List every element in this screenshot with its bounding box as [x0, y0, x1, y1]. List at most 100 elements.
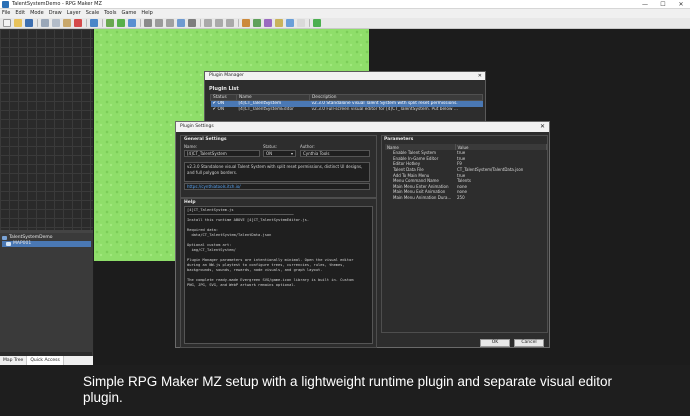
- toolbar-separator: [102, 19, 103, 27]
- ellipse-icon[interactable]: [166, 19, 174, 27]
- zoom-in-icon[interactable]: [204, 19, 212, 27]
- checkmark-icon: ✔: [212, 107, 217, 112]
- minimize-button[interactable]: —: [636, 0, 654, 9]
- menu-file[interactable]: File: [2, 9, 10, 18]
- tileset-palette[interactable]: [0, 29, 93, 230]
- menu-bar: File Edit Mode Draw Layer Scale Tools Ga…: [0, 9, 690, 18]
- close-window-button[interactable]: ✕: [672, 0, 690, 9]
- playtest-icon[interactable]: [313, 19, 321, 27]
- map-mode-icon[interactable]: [106, 19, 114, 27]
- tab-map-tree[interactable]: Map Tree: [0, 356, 28, 365]
- general-settings-heading: General Settings: [184, 137, 227, 142]
- plugin-description: v2.3.0 Standalone visual Talent System w…: [309, 100, 483, 107]
- plugin-status: ON: [217, 101, 225, 107]
- parameter-name: Main Menu Exit Animation: [393, 189, 446, 195]
- caption-text: Simple RPG Maker MZ setup with a lightwe…: [83, 374, 612, 405]
- toolbar: [0, 18, 690, 29]
- open-project-icon[interactable]: [14, 19, 22, 27]
- checkmark-icon: ✔: [212, 101, 217, 107]
- menu-scale[interactable]: Scale: [86, 9, 99, 18]
- plugin-status: ON: [217, 107, 225, 112]
- copy-icon[interactable]: [52, 19, 60, 27]
- help-text[interactable]: [4]CT_TalentSystem.js ──────────────────…: [184, 206, 373, 344]
- map-tree: TalentSystemDemo MAP001: [0, 233, 93, 352]
- plugin-settings-titlebar: Plugin Settings ✕: [176, 122, 549, 132]
- rpgmaker-app-icon: [2, 1, 9, 8]
- menu-tools[interactable]: Tools: [104, 9, 116, 18]
- actual-size-icon[interactable]: [226, 19, 234, 27]
- menu-mode[interactable]: Mode: [30, 9, 44, 18]
- cancel-button[interactable]: Cancel: [514, 339, 544, 347]
- tree-item-map001[interactable]: MAP001: [2, 241, 91, 247]
- resource-manager-icon[interactable]: [297, 19, 305, 27]
- toolbar-separator: [86, 19, 87, 27]
- menu-game[interactable]: Game: [121, 9, 136, 18]
- help-line: PNG, JPG, SVG, and WebP artwork remains …: [187, 283, 296, 287]
- undo-icon[interactable]: [90, 19, 98, 27]
- help-heading: Help: [184, 200, 196, 205]
- map-icon: [6, 242, 11, 246]
- paste-icon[interactable]: [63, 19, 71, 27]
- author-field[interactable]: Cynthia Tools: [300, 150, 370, 157]
- menu-layer[interactable]: Layer: [67, 9, 81, 18]
- menu-edit[interactable]: Edit: [15, 9, 25, 18]
- parameter-row[interactable]: Talent Data File CT_TalentSystem/TalentDa…: [385, 167, 547, 173]
- delete-icon[interactable]: [74, 19, 82, 27]
- cut-icon[interactable]: [41, 19, 49, 27]
- name-label: Name:: [184, 144, 198, 149]
- screenshot: TalentSystemDemo - RPG Maker MZ — ☐ ✕ Fi…: [0, 0, 690, 416]
- region-mode-icon[interactable]: [128, 19, 136, 27]
- plugin-description: v2.3.0 Full-screen visual editor for [4]…: [311, 107, 458, 112]
- tileset-grid: [0, 29, 93, 230]
- rectangle-icon[interactable]: [155, 19, 163, 27]
- plugin-list-heading: Plugin List: [209, 86, 239, 92]
- ok-button[interactable]: OK: [480, 339, 510, 347]
- parameters-heading: Parameters: [384, 137, 414, 142]
- save-project-icon[interactable]: [25, 19, 33, 27]
- parameter-row[interactable]: Main Menu Animation Dura... 250: [385, 195, 547, 201]
- fill-icon[interactable]: [177, 19, 185, 27]
- plugin-settings-title: Plugin Settings: [180, 124, 214, 129]
- parameter-value: 250: [457, 195, 465, 201]
- menu-help[interactable]: Help: [141, 9, 152, 18]
- plugin-row[interactable]: ✔ ON [4]CT_TalentSystem v2.3.0 Standalon…: [210, 100, 483, 107]
- tab-quick-access[interactable]: Quick Access: [27, 356, 64, 365]
- plugin-manager-titlebar: Plugin Manager ✕: [205, 72, 485, 80]
- window-title: TalentSystemDemo - RPG Maker MZ: [12, 1, 102, 7]
- left-panel: TalentSystemDemo MAP001: [0, 29, 93, 356]
- sound-test-icon[interactable]: [264, 19, 272, 27]
- toolbar-separator: [238, 19, 239, 27]
- plugin-url-link[interactable]: https://cynthiatools.itch.io/: [184, 183, 370, 190]
- toolbar-separator: [309, 19, 310, 27]
- pencil-icon[interactable]: [144, 19, 152, 27]
- shadow-pen-icon[interactable]: [188, 19, 196, 27]
- event-mode-icon[interactable]: [117, 19, 125, 27]
- plugin-manager-icon[interactable]: [253, 19, 261, 27]
- plugin-status-cell[interactable]: ✔ ON: [211, 107, 237, 113]
- status-select[interactable]: ON ▾: [263, 150, 296, 157]
- zoom-out-icon[interactable]: [215, 19, 223, 27]
- event-searcher-icon[interactable]: [275, 19, 283, 27]
- title-bar: TalentSystemDemo - RPG Maker MZ — ☐ ✕: [0, 0, 690, 9]
- plugin-name: [4]CT_TalentSystemEditor: [238, 107, 294, 112]
- description-field[interactable]: v2.3.0 Standalone visual Talent System w…: [184, 162, 370, 182]
- plugin-name-field[interactable]: [4]CT_TalentSystem: [184, 150, 260, 157]
- project-folder-icon: [2, 236, 7, 240]
- new-project-icon[interactable]: [3, 19, 11, 27]
- maximize-button[interactable]: ☐: [654, 0, 672, 9]
- character-generator-icon[interactable]: [286, 19, 294, 27]
- toolbar-separator: [200, 19, 201, 27]
- parameter-name: Main Menu Enter Animation: [393, 183, 449, 189]
- tree-item-label: MAP001: [13, 241, 32, 246]
- close-icon[interactable]: ✕: [478, 72, 482, 80]
- chevron-down-icon: ▾: [290, 151, 293, 156]
- plugin-manager-title: Plugin Manager: [209, 73, 244, 78]
- plugin-row[interactable]: ✔ ON [4]CT_TalentSystemEditor v2.3.0 Ful…: [211, 107, 483, 113]
- database-icon[interactable]: [242, 19, 250, 27]
- close-icon[interactable]: ✕: [540, 122, 545, 132]
- menu-draw[interactable]: Draw: [49, 9, 62, 18]
- window-controls: — ☐ ✕: [636, 0, 690, 9]
- plugin-settings-window: Plugin Settings ✕ General Settings Name:…: [175, 121, 550, 348]
- caption-bar: Simple RPG Maker MZ setup with a lightwe…: [0, 365, 690, 416]
- toolbar-separator: [140, 19, 141, 27]
